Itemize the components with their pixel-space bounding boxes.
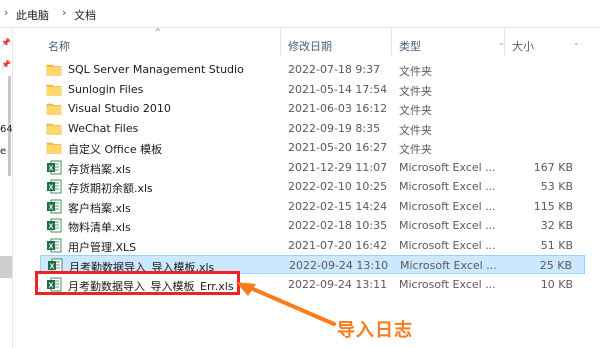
file-type: Microsoft Excel ... <box>399 219 496 232</box>
file-type: 文件夹 <box>399 143 432 156</box>
file-name: 物料清单.xls <box>68 221 131 234</box>
nav-item-fragment[interactable]: 64 <box>0 124 12 135</box>
navigation-pane[interactable]: 📌 📌 64 e <box>0 28 13 348</box>
file-date: 2022-07-18 9:37 <box>288 63 381 76</box>
column-divider[interactable] <box>391 29 392 55</box>
file-name: WeChat Files <box>68 121 139 135</box>
file-size: 115 KB <box>533 199 573 213</box>
file-size: 10 KB <box>540 277 573 291</box>
file-date: 2021-06-03 16:12 <box>288 102 388 115</box>
address-bar[interactable]: › 此电脑 › 文档 <box>0 0 600 28</box>
file-type: Microsoft Excel ... <box>399 160 496 174</box>
file-row[interactable]: X 存货期初余额.xls 2022-02-10 10:25 Microsoft Exc… <box>40 177 585 196</box>
folder-row[interactable]: 自定义 Office 模板 2021-05-20 16:27 文件夹 <box>40 138 585 157</box>
file-row[interactable]: X 存货档案.xls 2021-12-29 11:07 Microsoft Excel… <box>40 158 585 177</box>
folder-icon <box>46 64 62 76</box>
folder-icon <box>46 84 62 96</box>
file-size: 53 KB <box>540 180 573 193</box>
svg-text:X: X <box>49 184 54 191</box>
breadcrumb-separator-icon: › <box>62 6 67 19</box>
file-type: 文件夹 <box>399 123 432 137</box>
excel-file-icon: X <box>47 179 62 194</box>
file-name: 客户档案.xls <box>68 201 131 215</box>
file-date: 2022-09-19 8:35 <box>288 121 381 135</box>
excel-file-icon: X <box>47 160 62 174</box>
file-date: 2022-09-24 13:10 <box>289 259 389 272</box>
folder-icon <box>46 103 62 115</box>
excel-file-icon: X <box>47 199 62 213</box>
annotation-label: 导入日志 <box>337 320 413 341</box>
file-type: 文件夹 <box>399 84 432 98</box>
file-name: 用户管理.XLS <box>68 240 137 254</box>
excel-file-icon: X <box>47 218 62 233</box>
svg-text:X: X <box>49 204 54 211</box>
nav-item-fragment[interactable]: e <box>0 146 6 157</box>
pin-icon: 📌 <box>1 60 11 69</box>
column-header-size[interactable]: 大小 <box>512 38 534 54</box>
folder-row[interactable]: WeChat Files 2022-09-19 8:35 文件夹 <box>40 119 585 138</box>
file-date: 2021-05-14 17:54 <box>288 82 388 96</box>
file-date: 2021-07-20 16:42 <box>288 238 388 252</box>
column-header-name[interactable]: 名称 <box>48 38 70 54</box>
file-date: 2022-02-18 10:35 <box>288 219 388 232</box>
file-date: 2022-02-10 10:25 <box>288 180 388 193</box>
column-divider[interactable] <box>280 29 281 55</box>
file-size: 25 KB <box>539 259 572 272</box>
file-size: 51 KB <box>540 238 573 252</box>
pin-icon: 📌 <box>1 38 11 47</box>
file-row[interactable]: X 客户档案.xls 2022-02-15 14:24 Microsoft Excel… <box>40 197 585 216</box>
file-date: 2021-05-20 16:27 <box>288 141 388 154</box>
column-header-date[interactable]: 修改日期 <box>288 38 332 54</box>
column-header-type[interactable]: 类型 <box>399 38 421 54</box>
file-type: Microsoft Excel ... <box>399 277 496 291</box>
svg-text:X: X <box>49 223 54 230</box>
file-row[interactable]: X 用户管理.XLS 2021-07-20 16:42 Microsoft Excel… <box>40 236 585 255</box>
file-size: 167 KB <box>533 160 573 174</box>
file-size: 32 KB <box>540 219 573 232</box>
column-header-row: ^ 名称 修改日期 类型 ⌄ 大小 ⌄ <box>40 28 585 55</box>
annotation-arrow-icon <box>236 282 336 326</box>
svg-text:X: X <box>49 165 54 172</box>
file-name: Visual Studio 2010 <box>68 102 171 115</box>
nav-item-selected[interactable] <box>0 256 12 278</box>
folder-icon <box>46 123 62 135</box>
folder-row[interactable]: SQL Server Management Studio 2022-07-18 9… <box>40 60 585 79</box>
annotation-highlight-box <box>35 271 240 295</box>
file-name: 存货档案.xls <box>68 162 131 176</box>
breadcrumb-this-pc[interactable]: 此电脑 <box>16 7 49 23</box>
sort-ascending-icon: ^ <box>154 28 162 38</box>
breadcrumb-documents[interactable]: 文档 <box>74 7 96 23</box>
column-dropdown-icon[interactable]: ⌄ <box>573 38 580 47</box>
folder-icon <box>46 142 62 154</box>
file-type: 文件夹 <box>399 104 432 117</box>
file-type: Microsoft Excel ... <box>399 238 496 252</box>
column-divider[interactable] <box>504 29 505 55</box>
excel-file-icon: X <box>47 238 62 252</box>
file-name: 存货期初余额.xls <box>68 182 153 195</box>
file-type: Microsoft Excel ... <box>399 199 496 213</box>
file-row[interactable]: X 物料清单.xls 2022-02-18 10:35 Microsoft Excel… <box>40 216 585 235</box>
file-date: 2022-02-15 14:24 <box>288 199 388 213</box>
file-date: 2021-12-29 11:07 <box>288 160 388 174</box>
file-name: SQL Server Management Studio <box>68 63 244 76</box>
file-type: 文件夹 <box>399 65 432 78</box>
file-name: Sunlogin Files <box>68 82 144 96</box>
file-type: Microsoft Excel ... <box>400 259 497 272</box>
folder-row[interactable]: Sunlogin Files 2021-05-14 17:54 文件夹 <box>40 80 585 99</box>
file-type: Microsoft Excel ... <box>399 180 496 193</box>
file-name: 自定义 Office 模板 <box>68 143 163 156</box>
svg-text:X: X <box>50 263 55 270</box>
breadcrumb-separator-icon: › <box>4 6 9 19</box>
folder-row[interactable]: Visual Studio 2010 2021-06-03 16:12 文件夹 <box>40 99 585 118</box>
svg-text:X: X <box>49 243 54 250</box>
